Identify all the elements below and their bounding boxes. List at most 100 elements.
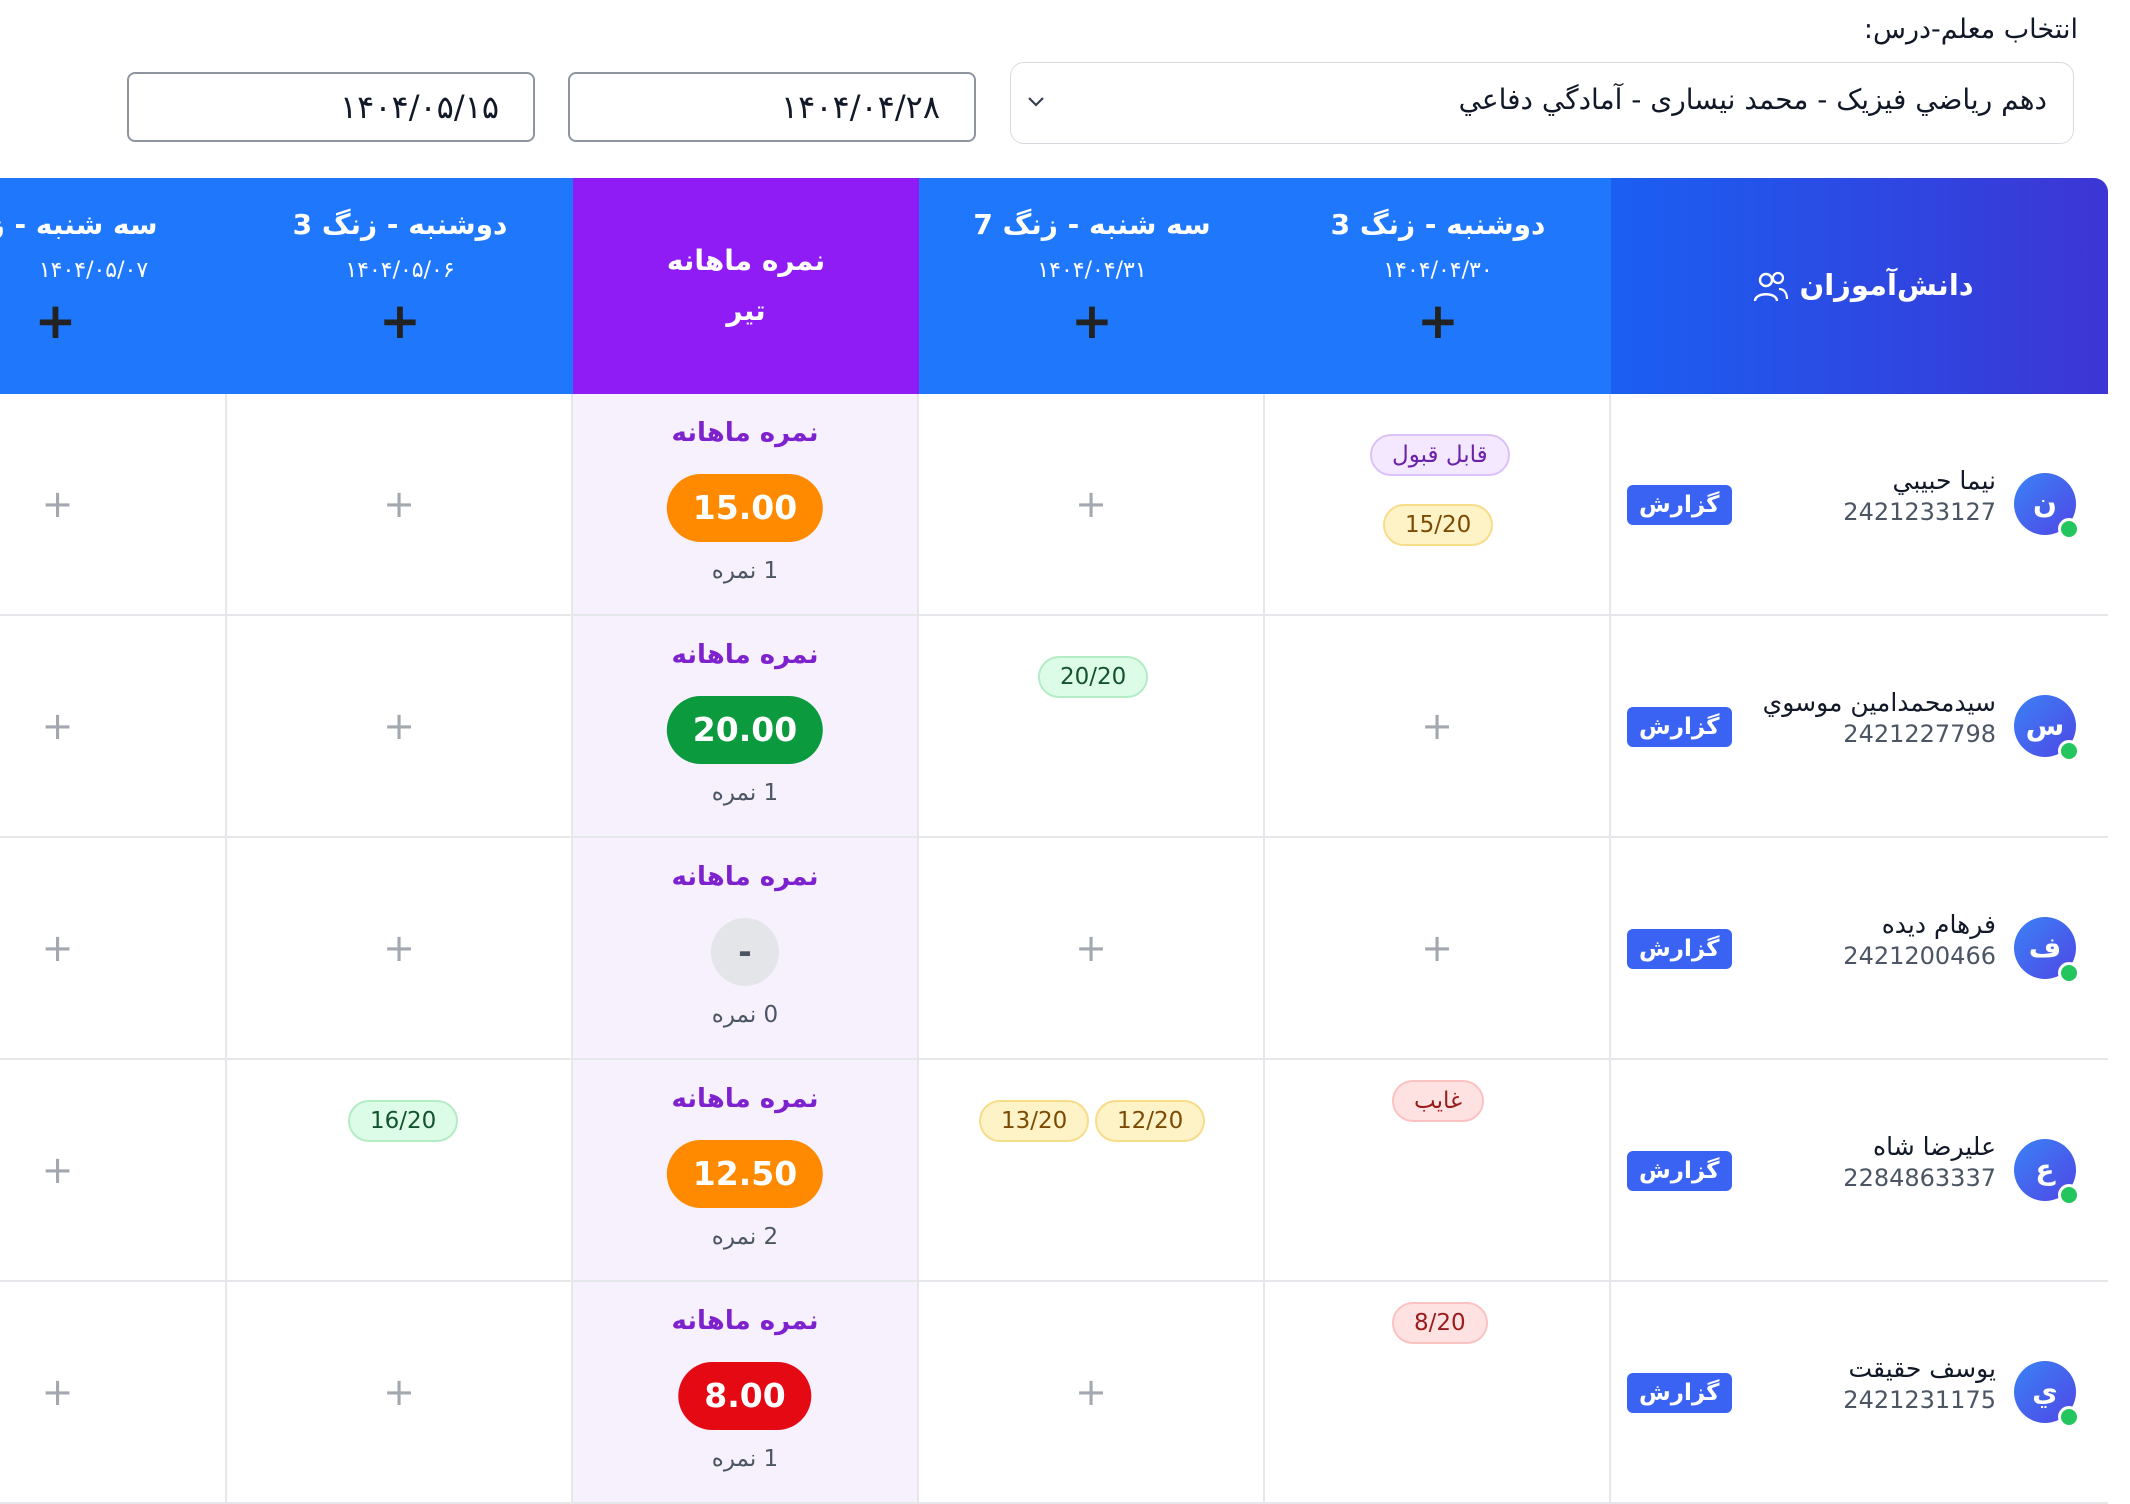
teacher-course-select[interactable]: دهم رياضي فيزيک - محمد نيساری - آمادگي د… [1010,62,2074,144]
grade-cell[interactable]: + [227,616,573,836]
teacher-course-value: دهم رياضي فيزيک - محمد نيساری - آمادگي د… [1458,83,2047,116]
grade-badge[interactable]: 15/20 [1383,504,1494,546]
monthly-grade-cell: نمره ماهانه - 0 نمره [573,838,919,1058]
grade-cell[interactable]: + [227,1282,573,1502]
grade-cell[interactable]: + [919,838,1265,1058]
status-badge[interactable]: قابل قبول [1370,434,1510,476]
monthly-grade-title: نمره ماهانه [671,418,819,448]
session-2-date: ۱۴۰۴/۰۴/۳۱ [1037,258,1147,283]
date-from-value: ۱۴۰۴/۰۴/۲۸ [780,88,940,126]
monthly-grade-value: - [711,918,779,986]
grade-cell[interactable]: + [1265,838,1611,1058]
date-to-field[interactable]: ۱۴۰۴/۰۵/۱۵ [127,72,535,142]
monthly-grade-value: 12.50 [666,1140,824,1208]
monthly-grade-value: 15.00 [666,474,824,542]
grades-table: سه شنبه - زنگ ۱۴۰۴/۰۵/۰۷ + دوشنبه - زنگ … [0,178,2108,1504]
add-grade-button[interactable]: + [919,296,1265,346]
report-button[interactable]: گزارش [1627,485,1732,525]
grade-badge[interactable]: 16/20 [348,1100,459,1142]
grade-badge[interactable]: 20/20 [1038,656,1149,698]
report-button[interactable]: گزارش [1627,1373,1732,1413]
student-cell: گزارش نيما حبيبي 2421233127 ن [1611,394,2108,614]
grade-cell[interactable]: + [227,838,573,1058]
monthly-grade-title: نمره ماهانه [671,862,819,892]
grade-count: 1 نمره [711,558,779,584]
add-grade-button[interactable]: + [919,926,1263,970]
grade-count: 2 نمره [711,1224,779,1250]
grade-cell[interactable]: 16/20 [227,1060,573,1280]
monthly-grade-title: نمره ماهانه [671,1306,819,1336]
grade-cell[interactable]: + [0,1282,227,1502]
grade-cell[interactable]: 20/20 [919,616,1265,836]
student-name: نيما حبيبي [1892,466,1996,495]
add-grade-button[interactable]: + [1265,704,1609,748]
grade-cell[interactable]: 13/20 12/20 [919,1060,1265,1280]
add-grade-button[interactable]: + [0,296,111,346]
grade-cell[interactable]: قابل قبول 15/20 [1265,394,1611,614]
monthly-grade-cell: نمره ماهانه 12.50 2 نمره [573,1060,919,1280]
student-id: 2421233127 [1843,498,1996,526]
grade-badge[interactable]: 8/20 [1392,1302,1488,1344]
add-grade-button[interactable]: + [0,482,115,526]
add-grade-button[interactable]: + [227,704,571,748]
report-button[interactable]: گزارش [1627,1151,1732,1191]
grade-cell[interactable]: + [0,394,227,614]
teacher-course-label: انتخاب معلم-درس: [1863,14,2078,45]
table-row: + + نمره ماهانه 8.00 1 نمره + 8/20 گزارش… [0,1282,2108,1504]
add-grade-button[interactable]: + [0,1370,115,1414]
grade-cell[interactable]: + [227,394,573,614]
student-name: سيدمحمدامين موسوي [1762,688,1996,717]
student-cell: گزارش فرهام ديده 2421200466 ف [1611,838,2108,1058]
add-grade-button[interactable]: + [227,1370,571,1414]
grade-cell[interactable]: + [919,394,1265,614]
grade-cell[interactable]: + [0,1060,227,1280]
monthly-grade-value: 8.00 [678,1362,812,1430]
session-4-title: سه شنبه - زنگ [0,208,158,241]
monthly-grade-title: نمره ماهانه [671,1084,819,1114]
grade-cell[interactable]: + [919,1282,1265,1502]
report-button[interactable]: گزارش [1627,707,1732,747]
add-grade-button[interactable]: + [0,1148,115,1192]
add-grade-button[interactable]: + [919,1370,1263,1414]
grade-badge[interactable]: 12/20 [1095,1100,1206,1142]
column-header-session-1: دوشنبه - زنگ 3 ۱۴۰۴/۰۴/۳۰ + [1265,178,1611,394]
add-grade-button[interactable]: + [227,482,571,526]
add-grade-button[interactable]: + [227,296,573,346]
grade-cell[interactable]: + [0,616,227,836]
student-cell: گزارش سيدمحمدامين موسوي 2421227798 س [1611,616,2108,836]
add-grade-button[interactable]: + [227,926,571,970]
grade-badge[interactable]: 13/20 [979,1100,1090,1142]
students-header-label: دانش‌آموزان [1799,268,1974,302]
table-row: + 16/20 نمره ماهانه 12.50 2 نمره 13/20 1… [0,1060,2108,1282]
report-button[interactable]: گزارش [1627,929,1732,969]
online-status-dot [2058,518,2080,540]
grade-cell[interactable]: + [1265,616,1611,836]
monthly-header-title: نمره ماهانه [666,244,826,277]
student-name: يوسف حقيقت [1848,1354,1997,1383]
student-id: 2421200466 [1843,942,1996,970]
student-id: 2421227798 [1843,720,1996,748]
grade-count: 1 نمره [711,780,779,806]
add-grade-button[interactable]: + [1265,296,1611,346]
date-from-field[interactable]: ۱۴۰۴/۰۴/۲۸ [568,72,976,142]
table-row: + + نمره ماهانه 20.00 1 نمره 20/20 + گزا… [0,616,2108,838]
online-status-dot [2058,1184,2080,1206]
add-grade-button[interactable]: + [0,926,115,970]
add-grade-button[interactable]: + [0,704,115,748]
session-2-title: سه شنبه - زنگ 7 [973,208,1211,241]
table-row: + + نمره ماهانه 15.00 1 نمره + قابل قبول… [0,394,2108,616]
students-header: دانش‌آموزان [1611,268,2108,304]
add-grade-button[interactable]: + [919,482,1263,526]
date-to-value: ۱۴۰۴/۰۵/۱۵ [339,88,499,126]
column-header-session-3: دوشنبه - زنگ 3 ۱۴۰۴/۰۵/۰۶ + [227,178,573,394]
grade-cell[interactable]: + [0,838,227,1058]
grade-cell[interactable]: غايب [1265,1060,1611,1280]
session-4-date: ۱۴۰۴/۰۵/۰۷ [38,258,149,283]
online-status-dot [2058,962,2080,984]
add-grade-button[interactable]: + [1265,926,1609,970]
grade-cell[interactable]: 8/20 [1265,1282,1611,1502]
status-badge[interactable]: غايب [1392,1080,1485,1122]
monthly-grade-cell: نمره ماهانه 15.00 1 نمره [573,394,919,614]
column-header-monthly: نمره ماهانه تير [573,178,919,394]
monthly-grade-value: 20.00 [666,696,824,764]
